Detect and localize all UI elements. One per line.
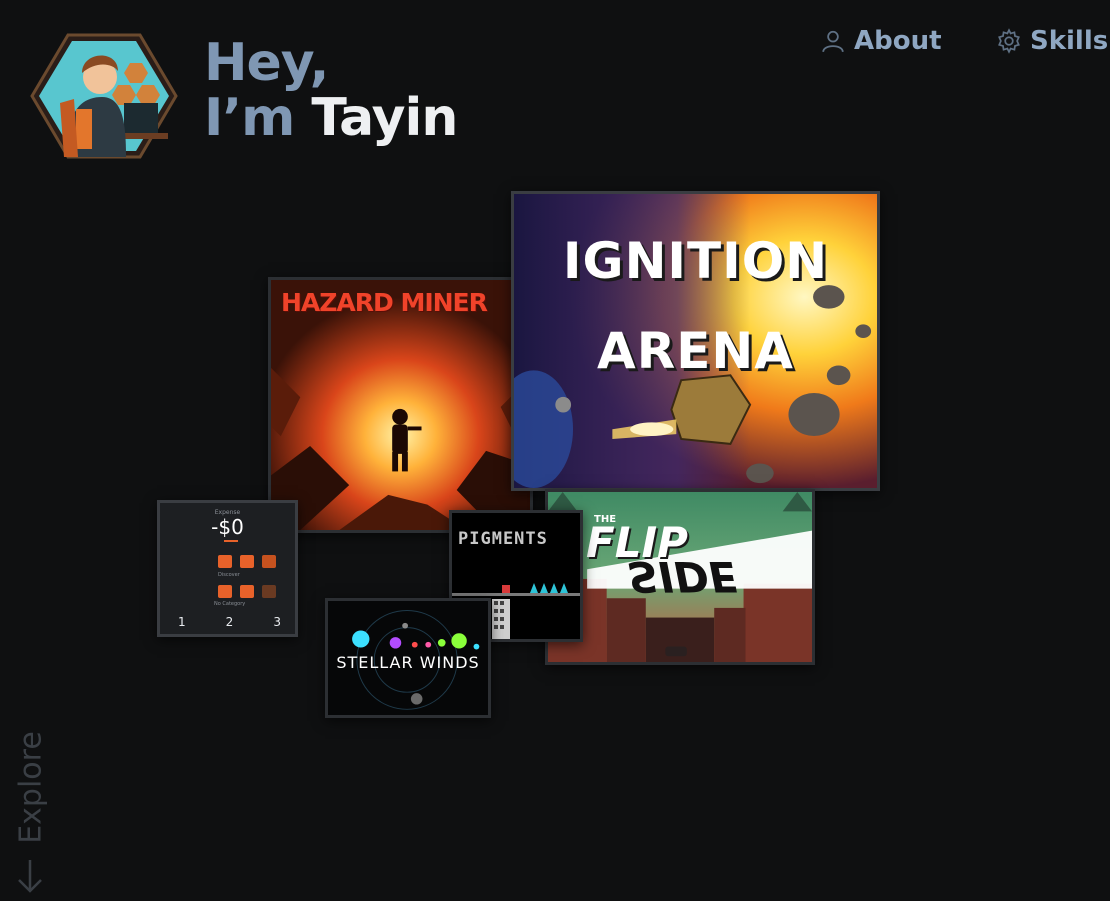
ignition-arena-title-line1: IGNITION: [562, 232, 829, 290]
amount-underline: [224, 540, 238, 542]
category-icon[interactable]: [262, 585, 276, 598]
explore-label: Explore: [13, 731, 49, 844]
arrow-down-icon: [18, 860, 42, 893]
nav-skills-label: Skills: [1030, 26, 1109, 56]
avatar: [30, 33, 178, 159]
category-icon[interactable]: [262, 555, 276, 568]
budget-amount: -$0: [211, 515, 244, 539]
category-icon[interactable]: [240, 555, 254, 568]
hazard-miner-title: HAZARD MINER: [281, 288, 488, 317]
greeting-im: I’m: [204, 87, 295, 148]
project-tile-budget-app[interactable]: Expense -$0 Discover No Category 1 2 3: [157, 500, 298, 637]
page-number[interactable]: 1: [178, 615, 186, 629]
budget-category-row-2: [218, 585, 276, 598]
nav-about-link[interactable]: About: [820, 24, 942, 58]
greeting-line2: I’m Tayin: [204, 87, 458, 148]
project-tile-hazard-miner[interactable]: HAZARD MINER: [268, 277, 533, 533]
greeting-name: Tayin: [311, 87, 458, 148]
flip-side-side: SIDE: [628, 552, 738, 601]
project-tile-stellar-winds[interactable]: STELLAR WINDS: [325, 598, 491, 718]
project-tile-ignition-arena[interactable]: IGNITION ARENA: [511, 191, 880, 491]
category-icon[interactable]: [218, 585, 232, 598]
budget-pagination: 1 2 3: [178, 615, 281, 629]
nav-skills-link[interactable]: Skills: [996, 24, 1108, 58]
hazard-miner-artwork: [271, 280, 530, 530]
ignition-arena-title-line2: ARENA: [597, 322, 794, 380]
category-icon[interactable]: [218, 555, 232, 568]
project-tile-the-flip-side[interactable]: THE FLIP SIDE: [545, 489, 815, 665]
pigments-title: PIGMENTS: [458, 529, 548, 549]
hero-greeting: Hey, I’m Tayin: [204, 33, 458, 148]
page-number[interactable]: 3: [273, 615, 281, 629]
budget-discover: Discover: [218, 572, 240, 578]
user-icon: [822, 30, 844, 53]
budget-no-category: No Category: [214, 601, 246, 607]
explore-scroll-link[interactable]: Explore: [4, 710, 56, 895]
category-icon[interactable]: [240, 585, 254, 598]
page-number[interactable]: 2: [226, 615, 234, 629]
greeting-line1: Hey,: [204, 33, 329, 93]
nav-about-label: About: [854, 26, 942, 56]
stellar-winds-title: STELLAR WINDS: [336, 653, 480, 672]
gear-icon: [998, 28, 1020, 54]
budget-category-row-1: [218, 555, 276, 568]
